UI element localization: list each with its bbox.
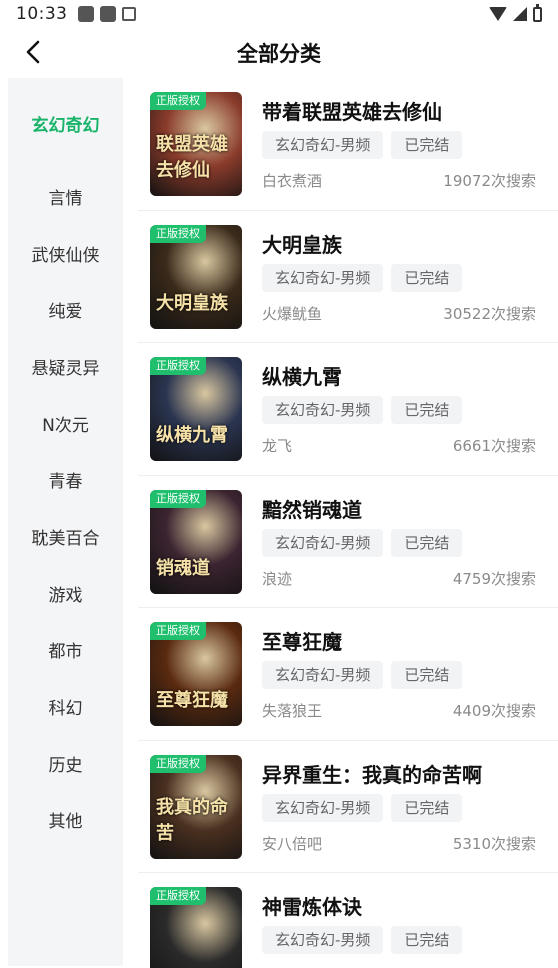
search-count: 5310次搜索 xyxy=(452,834,536,853)
sidebar-item[interactable]: 青春 xyxy=(8,451,123,508)
sidebar-item[interactable]: 武侠仙侠 xyxy=(8,225,123,282)
category-tag: 玄幻奇幻-男频 xyxy=(262,263,384,292)
category-sidebar: 玄幻奇幻 言情 武侠仙侠 纯爱 悬疑灵异 N次元 青春 耽美百合 游戏 都市 科幻 历史 其他 xyxy=(8,78,123,966)
sidebar-item[interactable]: 言情 xyxy=(8,168,123,225)
notification-icon xyxy=(121,7,136,21)
notification-icon xyxy=(77,6,94,22)
book-author: 失落狼王 xyxy=(262,702,323,720)
book-title[interactable]: 神雷炼体诀 xyxy=(262,891,362,920)
sidebar-item[interactable]: N次元 xyxy=(8,395,123,452)
status-tag: 已完结 xyxy=(391,263,463,292)
status-time: 10:33 xyxy=(16,4,68,24)
book-tags: 玄幻奇幻-男频 已完结 xyxy=(262,263,463,292)
licensed-badge: 正版授权 xyxy=(150,489,206,508)
book-cover[interactable]: 正版授权 销魂道 xyxy=(150,489,242,594)
sidebar-item[interactable]: 悬疑灵异 xyxy=(8,338,123,395)
status-tag: 已完结 xyxy=(391,396,463,424)
licensed-badge: 正版授权 xyxy=(150,754,206,773)
cover-title-art: 纵横九霄 xyxy=(156,425,228,446)
cover-title-art: 至尊狂魔 xyxy=(156,690,228,711)
sidebar-item[interactable]: 其他 xyxy=(8,792,123,849)
notification-icons xyxy=(77,6,136,22)
status-tag: 已完结 xyxy=(391,131,463,159)
sidebar-item[interactable]: 玄幻奇幻 xyxy=(8,78,123,168)
book-title[interactable]: 异界重生：我真的命苦啊 xyxy=(262,759,482,788)
sidebar-item[interactable]: 都市 xyxy=(8,622,123,679)
book-tags: 玄幻奇幻-男频 已完结 xyxy=(262,131,463,159)
sidebar-item[interactable]: 游戏 xyxy=(8,565,123,622)
search-count: 30522次搜索 xyxy=(443,304,536,323)
cover-title-art: 联盟英雄去修仙 xyxy=(156,134,228,181)
sidebar-item[interactable]: 历史 xyxy=(8,735,123,792)
search-count: 4409次搜索 xyxy=(452,702,536,720)
battery-icon xyxy=(533,3,542,22)
category-tag: 玄幻奇幻-男频 xyxy=(262,396,384,424)
book-tags: 玄幻奇幻-男频 已完结 xyxy=(262,926,463,954)
status-bar: 10:33 xyxy=(0,0,558,28)
book-list-item[interactable]: 正版授权 我真的命苦 异界重生：我真的命苦啊 玄幻奇幻-男频 已完结 安八倍吧 … xyxy=(138,741,558,873)
cover-title-art: 大明皇族 xyxy=(156,292,228,314)
book-title[interactable]: 纵横九霄 xyxy=(262,361,342,390)
back-arrow-icon[interactable] xyxy=(22,40,46,64)
sidebar-item[interactable]: 耽美百合 xyxy=(8,508,123,565)
book-author: 安八倍吧 xyxy=(262,834,323,853)
sidebar-item[interactable]: 科幻 xyxy=(8,678,123,735)
book-list: 正版授权 联盟英雄去修仙 带着联盟英雄去修仙 玄幻奇幻-男频 已完结 白衣煮酒 … xyxy=(138,78,558,968)
category-tag: 玄幻奇幻-男频 xyxy=(262,926,384,954)
book-list-item[interactable]: 正版授权 大明皇族 大明皇族 玄幻奇幻-男频 已完结 火爆鱿鱼 30522次搜索 xyxy=(138,211,558,343)
book-list-item[interactable]: 正版授权 联盟英雄去修仙 带着联盟英雄去修仙 玄幻奇幻-男频 已完结 白衣煮酒 … xyxy=(138,78,558,211)
book-tags: 玄幻奇幻-男频 已完结 xyxy=(262,528,463,557)
status-tag: 已完结 xyxy=(391,528,463,557)
book-author: 白衣煮酒 xyxy=(262,172,323,190)
wifi-icon xyxy=(489,7,507,21)
book-author: 浪迹 xyxy=(262,569,293,588)
book-list-item[interactable]: 正版授权 纵横九霄 纵横九霄 玄幻奇幻-男频 已完结 龙飞 6661次搜索 xyxy=(138,343,558,476)
status-tag: 已完结 xyxy=(391,661,463,689)
status-tag: 已完结 xyxy=(391,793,463,822)
book-title[interactable]: 大明皇族 xyxy=(262,229,342,258)
licensed-badge: 正版授权 xyxy=(150,92,206,110)
book-cover[interactable]: 正版授权 大明皇族 xyxy=(150,224,242,329)
book-title[interactable]: 黯然销魂道 xyxy=(262,494,362,523)
signal-icon xyxy=(513,7,527,21)
category-tag: 玄幻奇幻-男频 xyxy=(262,131,384,159)
book-cover[interactable]: 正版授权 纵横九霄 xyxy=(150,357,242,461)
page-title: 全部分类 xyxy=(237,42,321,66)
category-tag: 玄幻奇幻-男频 xyxy=(262,661,384,689)
system-icons xyxy=(489,3,542,22)
book-list-item[interactable]: 正版授权 销魂道 黯然销魂道 玄幻奇幻-男频 已完结 浪迹 4759次搜索 xyxy=(138,476,558,608)
book-list-item[interactable]: 正版授权 神雷炼体诀 玄幻奇幻-男频 已完结 xyxy=(138,873,558,968)
book-cover[interactable]: 正版授权 xyxy=(150,887,242,968)
book-cover[interactable]: 正版授权 至尊狂魔 xyxy=(150,622,242,726)
search-count: 4759次搜索 xyxy=(452,569,536,588)
book-cover[interactable]: 正版授权 我真的命苦 xyxy=(150,754,242,859)
search-count: 19072次搜索 xyxy=(443,172,536,190)
sidebar-item[interactable]: 纯爱 xyxy=(8,281,123,338)
book-tags: 玄幻奇幻-男频 已完结 xyxy=(262,396,463,424)
book-title[interactable]: 带着联盟英雄去修仙 xyxy=(262,96,442,125)
licensed-badge: 正版授权 xyxy=(150,357,206,375)
book-author: 火爆鱿鱼 xyxy=(262,304,323,323)
licensed-badge: 正版授权 xyxy=(150,224,206,243)
app-header: 全部分类 xyxy=(0,28,558,78)
category-tag: 玄幻奇幻-男频 xyxy=(262,793,384,822)
book-list-item[interactable]: 正版授权 至尊狂魔 至尊狂魔 玄幻奇幻-男频 已完结 失落狼王 4409次搜索 xyxy=(138,608,558,741)
book-tags: 玄幻奇幻-男频 已完结 xyxy=(262,793,463,822)
book-cover[interactable]: 正版授权 联盟英雄去修仙 xyxy=(150,92,242,196)
search-count: 6661次搜索 xyxy=(452,437,536,455)
cover-title-art: 我真的命苦 xyxy=(156,796,228,844)
book-author: 龙飞 xyxy=(262,437,293,455)
book-title[interactable]: 至尊狂魔 xyxy=(262,626,342,655)
status-tag: 已完结 xyxy=(391,926,463,954)
cover-title-art: 销魂道 xyxy=(156,557,210,579)
category-tag: 玄幻奇幻-男频 xyxy=(262,528,384,557)
notification-icon xyxy=(99,6,116,22)
book-tags: 玄幻奇幻-男频 已完结 xyxy=(262,661,463,689)
licensed-badge: 正版授权 xyxy=(150,887,206,905)
licensed-badge: 正版授权 xyxy=(150,622,206,640)
